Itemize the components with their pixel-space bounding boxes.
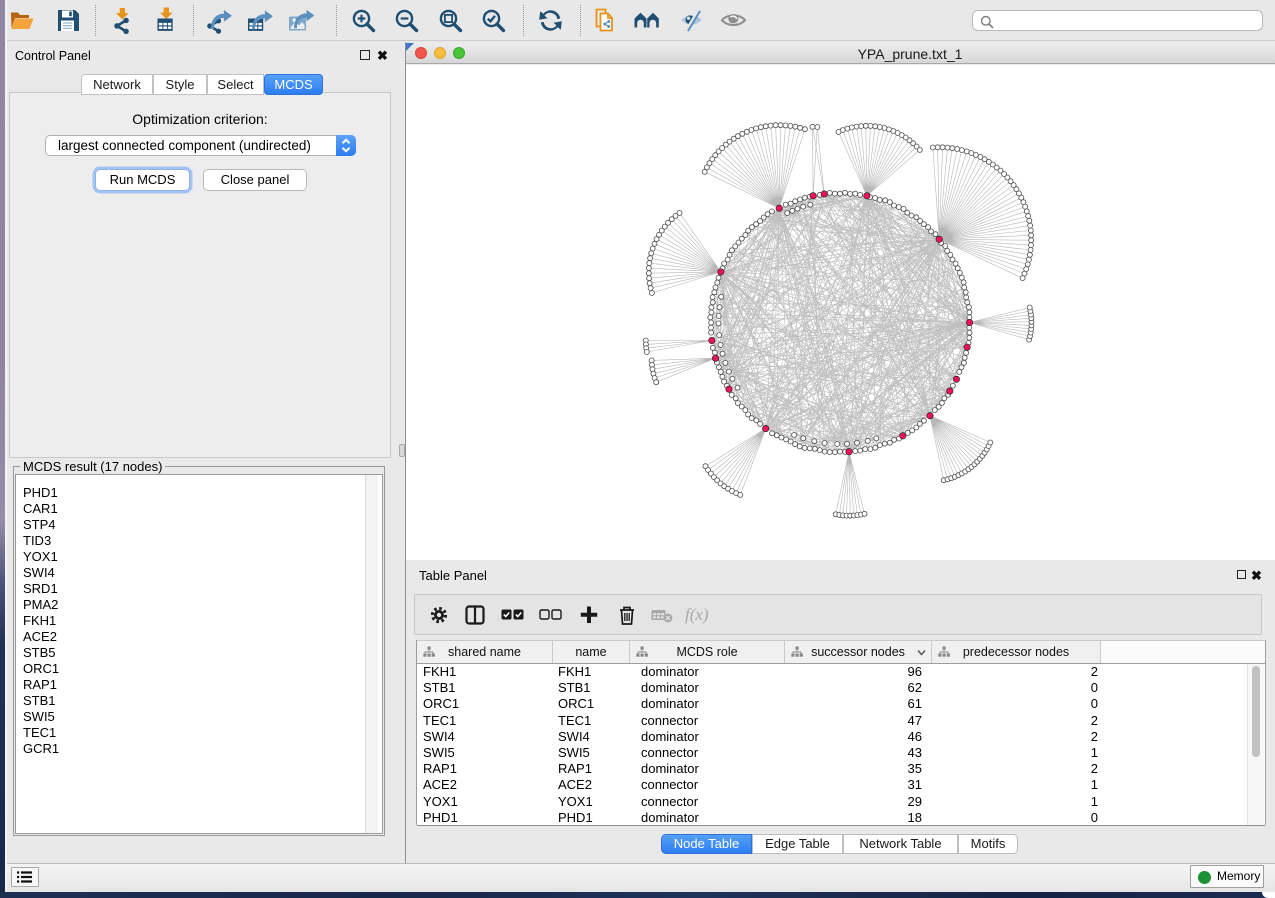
svg-text:f(x): f(x) <box>685 605 709 624</box>
